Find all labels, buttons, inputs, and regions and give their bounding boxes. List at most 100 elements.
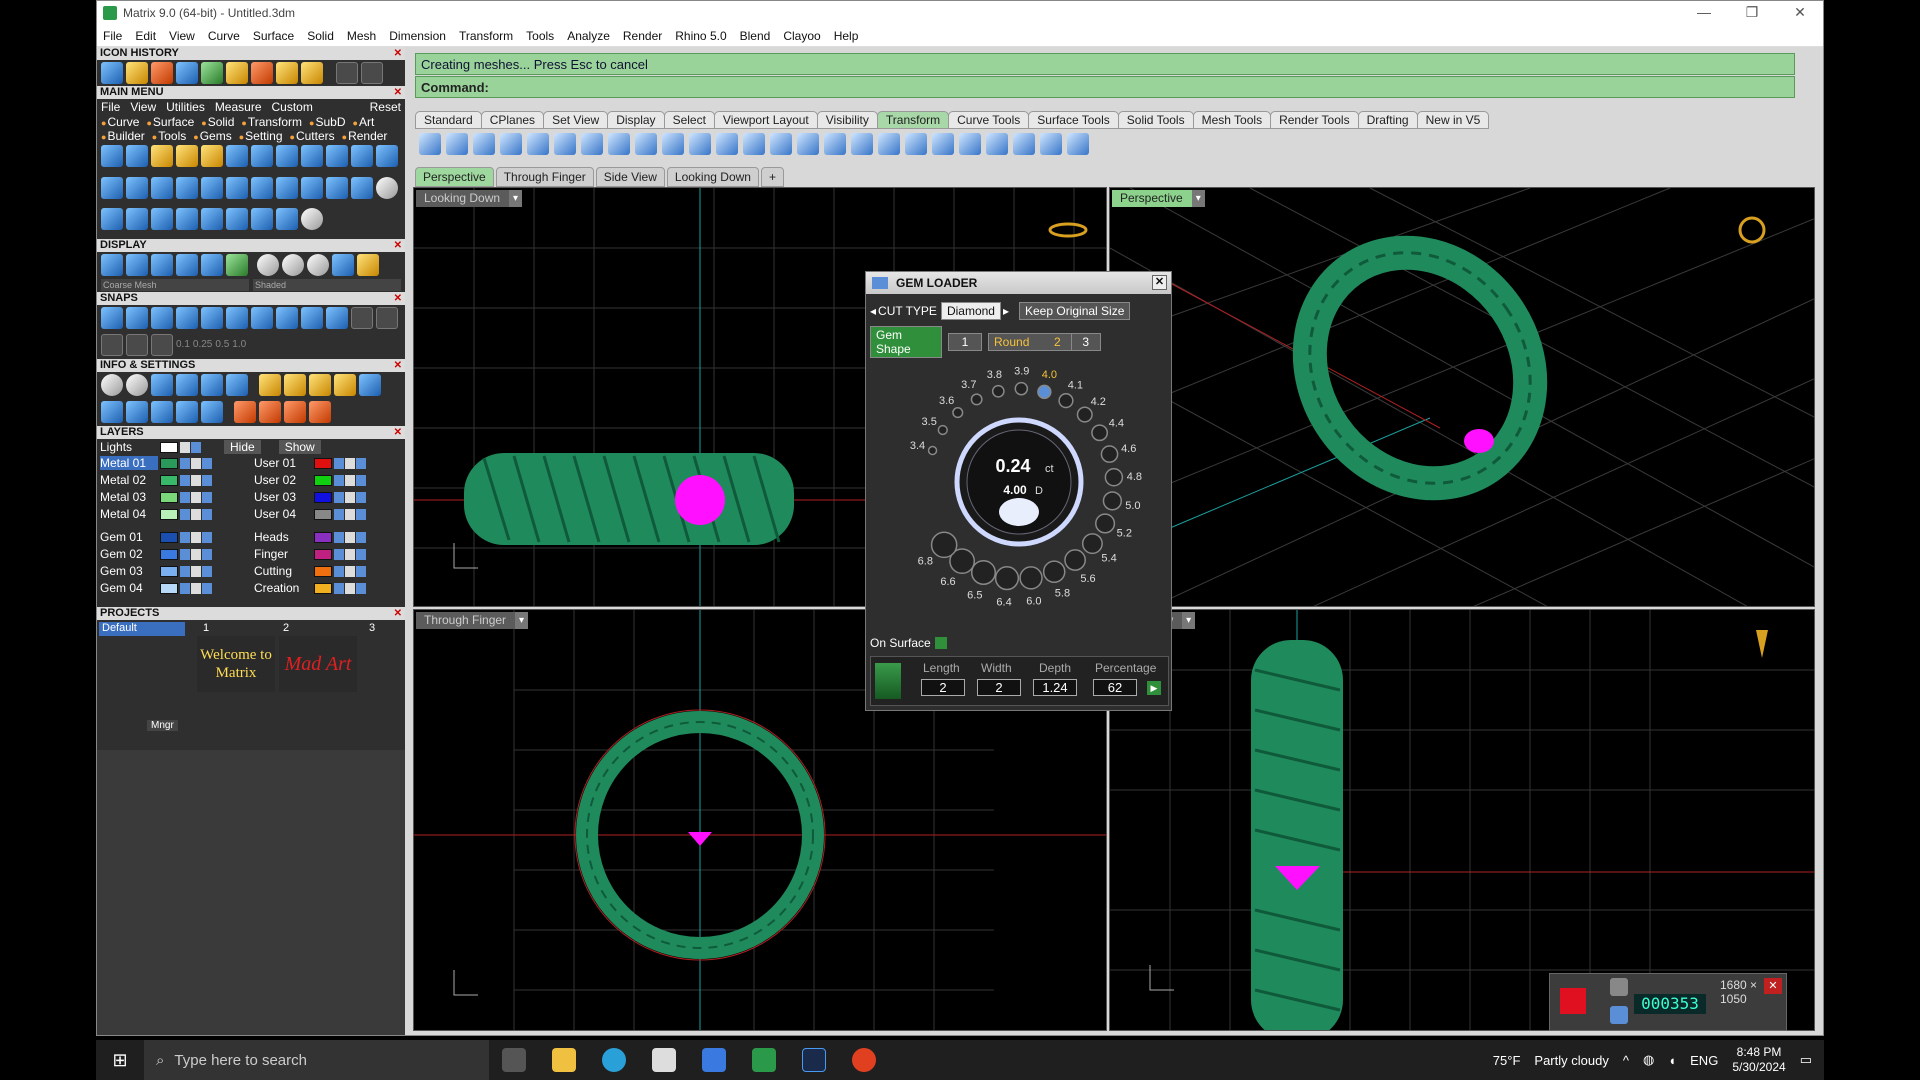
- layer-color-swatch[interactable]: [160, 508, 178, 520]
- tool-icon[interactable]: [176, 208, 198, 231]
- edge-browser-icon[interactable]: [602, 1048, 626, 1072]
- visibility-icon[interactable]: [202, 491, 212, 503]
- layer-row[interactable]: User 03: [251, 489, 367, 505]
- gem-size-option[interactable]: [1058, 393, 1074, 409]
- close-icon[interactable]: ✕: [394, 426, 402, 439]
- tool-icon[interactable]: [201, 145, 223, 167]
- toolbar-tab-viewport-layout[interactable]: Viewport Layout: [713, 111, 818, 129]
- layer-color-swatch[interactable]: [314, 548, 332, 560]
- tool-icon[interactable]: [234, 400, 256, 423]
- weather-temp[interactable]: 75°F: [1493, 1053, 1521, 1068]
- tool-icon[interactable]: [101, 62, 123, 84]
- menu-render[interactable]: Render: [623, 29, 662, 43]
- tool-icon[interactable]: [276, 176, 298, 199]
- shape-tab-2[interactable]: 2: [1054, 335, 1061, 349]
- gem-size-option[interactable]: [1042, 560, 1066, 583]
- minimize-button[interactable]: —: [1681, 1, 1727, 25]
- project-slot-1[interactable]: 1: [203, 622, 209, 634]
- layer-name[interactable]: Creation: [254, 581, 312, 595]
- next-arrow-icon[interactable]: ▸: [1003, 304, 1009, 318]
- layer-row[interactable]: Finger: [251, 546, 367, 562]
- tool-icon[interactable]: [276, 208, 298, 231]
- visibility-icon[interactable]: [334, 474, 344, 486]
- close-icon[interactable]: ✕: [394, 607, 402, 620]
- transform-tool-icon[interactable]: [959, 133, 981, 155]
- material-sphere-icon[interactable]: [357, 254, 379, 276]
- transform-tool-icon[interactable]: [824, 133, 846, 155]
- pause-icon[interactable]: [1610, 1006, 1628, 1024]
- transform-tool-icon[interactable]: [932, 133, 954, 155]
- on-surface-toggle[interactable]: [934, 637, 947, 649]
- menu-analyze[interactable]: Analyze: [567, 29, 610, 43]
- menu-file[interactable]: File: [103, 29, 122, 43]
- layer-row[interactable]: Creation: [251, 580, 367, 596]
- layer-row[interactable]: Gem 01: [97, 529, 213, 545]
- visibility-icon[interactable]: [356, 457, 366, 469]
- close-recorder-icon[interactable]: ✕: [1764, 978, 1782, 994]
- tool-icon[interactable]: [251, 62, 273, 84]
- tool-icon[interactable]: [301, 145, 323, 167]
- menu-mesh[interactable]: Mesh: [347, 29, 376, 43]
- tool-icon[interactable]: [376, 176, 398, 199]
- layer-name[interactable]: Metal 04: [100, 507, 158, 521]
- tool-icon[interactable]: [301, 62, 323, 84]
- close-icon[interactable]: ✕: [394, 239, 402, 252]
- visibility-icon[interactable]: [334, 565, 344, 577]
- visibility-icon[interactable]: [334, 508, 344, 520]
- tool-icon[interactable]: [151, 176, 173, 199]
- place-gem-button[interactable]: [875, 663, 901, 699]
- snap-icon[interactable]: [376, 307, 398, 329]
- mail-icon[interactable]: [702, 1048, 726, 1072]
- close-icon[interactable]: ✕: [1152, 275, 1167, 290]
- visibility-icon[interactable]: [180, 582, 190, 594]
- tool-icon[interactable]: [251, 176, 273, 199]
- transform-tool-icon[interactable]: [554, 133, 576, 155]
- layer-row[interactable]: Cutting: [251, 563, 367, 579]
- mm-measure[interactable]: Measure: [215, 100, 262, 114]
- layer-color-swatch[interactable]: [160, 582, 178, 594]
- width-field[interactable]: 2: [977, 679, 1021, 696]
- layer-name[interactable]: User 01: [254, 456, 312, 470]
- tool-icon[interactable]: [126, 145, 148, 167]
- volume-icon[interactable]: ◖: [1668, 1053, 1676, 1068]
- visibility-icon[interactable]: [356, 565, 366, 577]
- close-icon[interactable]: ✕: [394, 292, 402, 305]
- visibility-icon[interactable]: [202, 531, 212, 543]
- tool-icon[interactable]: [126, 254, 148, 276]
- visibility-icon[interactable]: [356, 582, 366, 594]
- gem-size-option[interactable]: [927, 445, 938, 456]
- snap-icon[interactable]: [251, 307, 273, 329]
- cat-curve[interactable]: Curve: [101, 115, 139, 129]
- transform-tool-icon[interactable]: [662, 133, 684, 155]
- tray-chevron-icon[interactable]: ^: [1623, 1053, 1629, 1068]
- task-view-icon[interactable]: [502, 1048, 526, 1072]
- tool-icon[interactable]: [126, 400, 148, 423]
- keep-original-size-toggle[interactable]: Keep Original Size: [1019, 302, 1131, 320]
- tool-icon[interactable]: [332, 254, 354, 276]
- lock-icon[interactable]: [191, 565, 201, 577]
- layer-color-swatch[interactable]: [314, 565, 332, 577]
- project-slot-3[interactable]: 3: [369, 622, 375, 634]
- toolbar-tab-select[interactable]: Select: [663, 111, 715, 129]
- material-sphere-icon[interactable]: [307, 254, 329, 276]
- viewport-label[interactable]: Through Finger: [416, 612, 529, 629]
- tool-icon[interactable]: [176, 176, 198, 199]
- layer-color-swatch[interactable]: [160, 548, 178, 560]
- layer-color-swatch[interactable]: [160, 531, 178, 543]
- toolbar-tab-transform[interactable]: Transform: [876, 111, 950, 129]
- tool-icon[interactable]: [176, 400, 198, 423]
- transform-tool-icon[interactable]: [797, 133, 819, 155]
- tool-icon[interactable]: [101, 145, 123, 167]
- tool-icon[interactable]: [284, 374, 306, 396]
- visibility-icon[interactable]: [180, 565, 190, 577]
- menu-curve[interactable]: Curve: [208, 29, 240, 43]
- toolbar-tab-surface-tools[interactable]: Surface Tools: [1028, 111, 1119, 129]
- tool-icon[interactable]: [276, 145, 298, 167]
- menu-tools[interactable]: Tools: [526, 29, 554, 43]
- cat-transform[interactable]: Transform: [241, 115, 302, 129]
- tool-icon[interactable]: [326, 145, 348, 167]
- transform-tool-icon[interactable]: [1040, 133, 1062, 155]
- transform-tool-icon[interactable]: [743, 133, 765, 155]
- camera-icon[interactable]: [1610, 978, 1628, 996]
- snap-icon[interactable]: [201, 307, 223, 329]
